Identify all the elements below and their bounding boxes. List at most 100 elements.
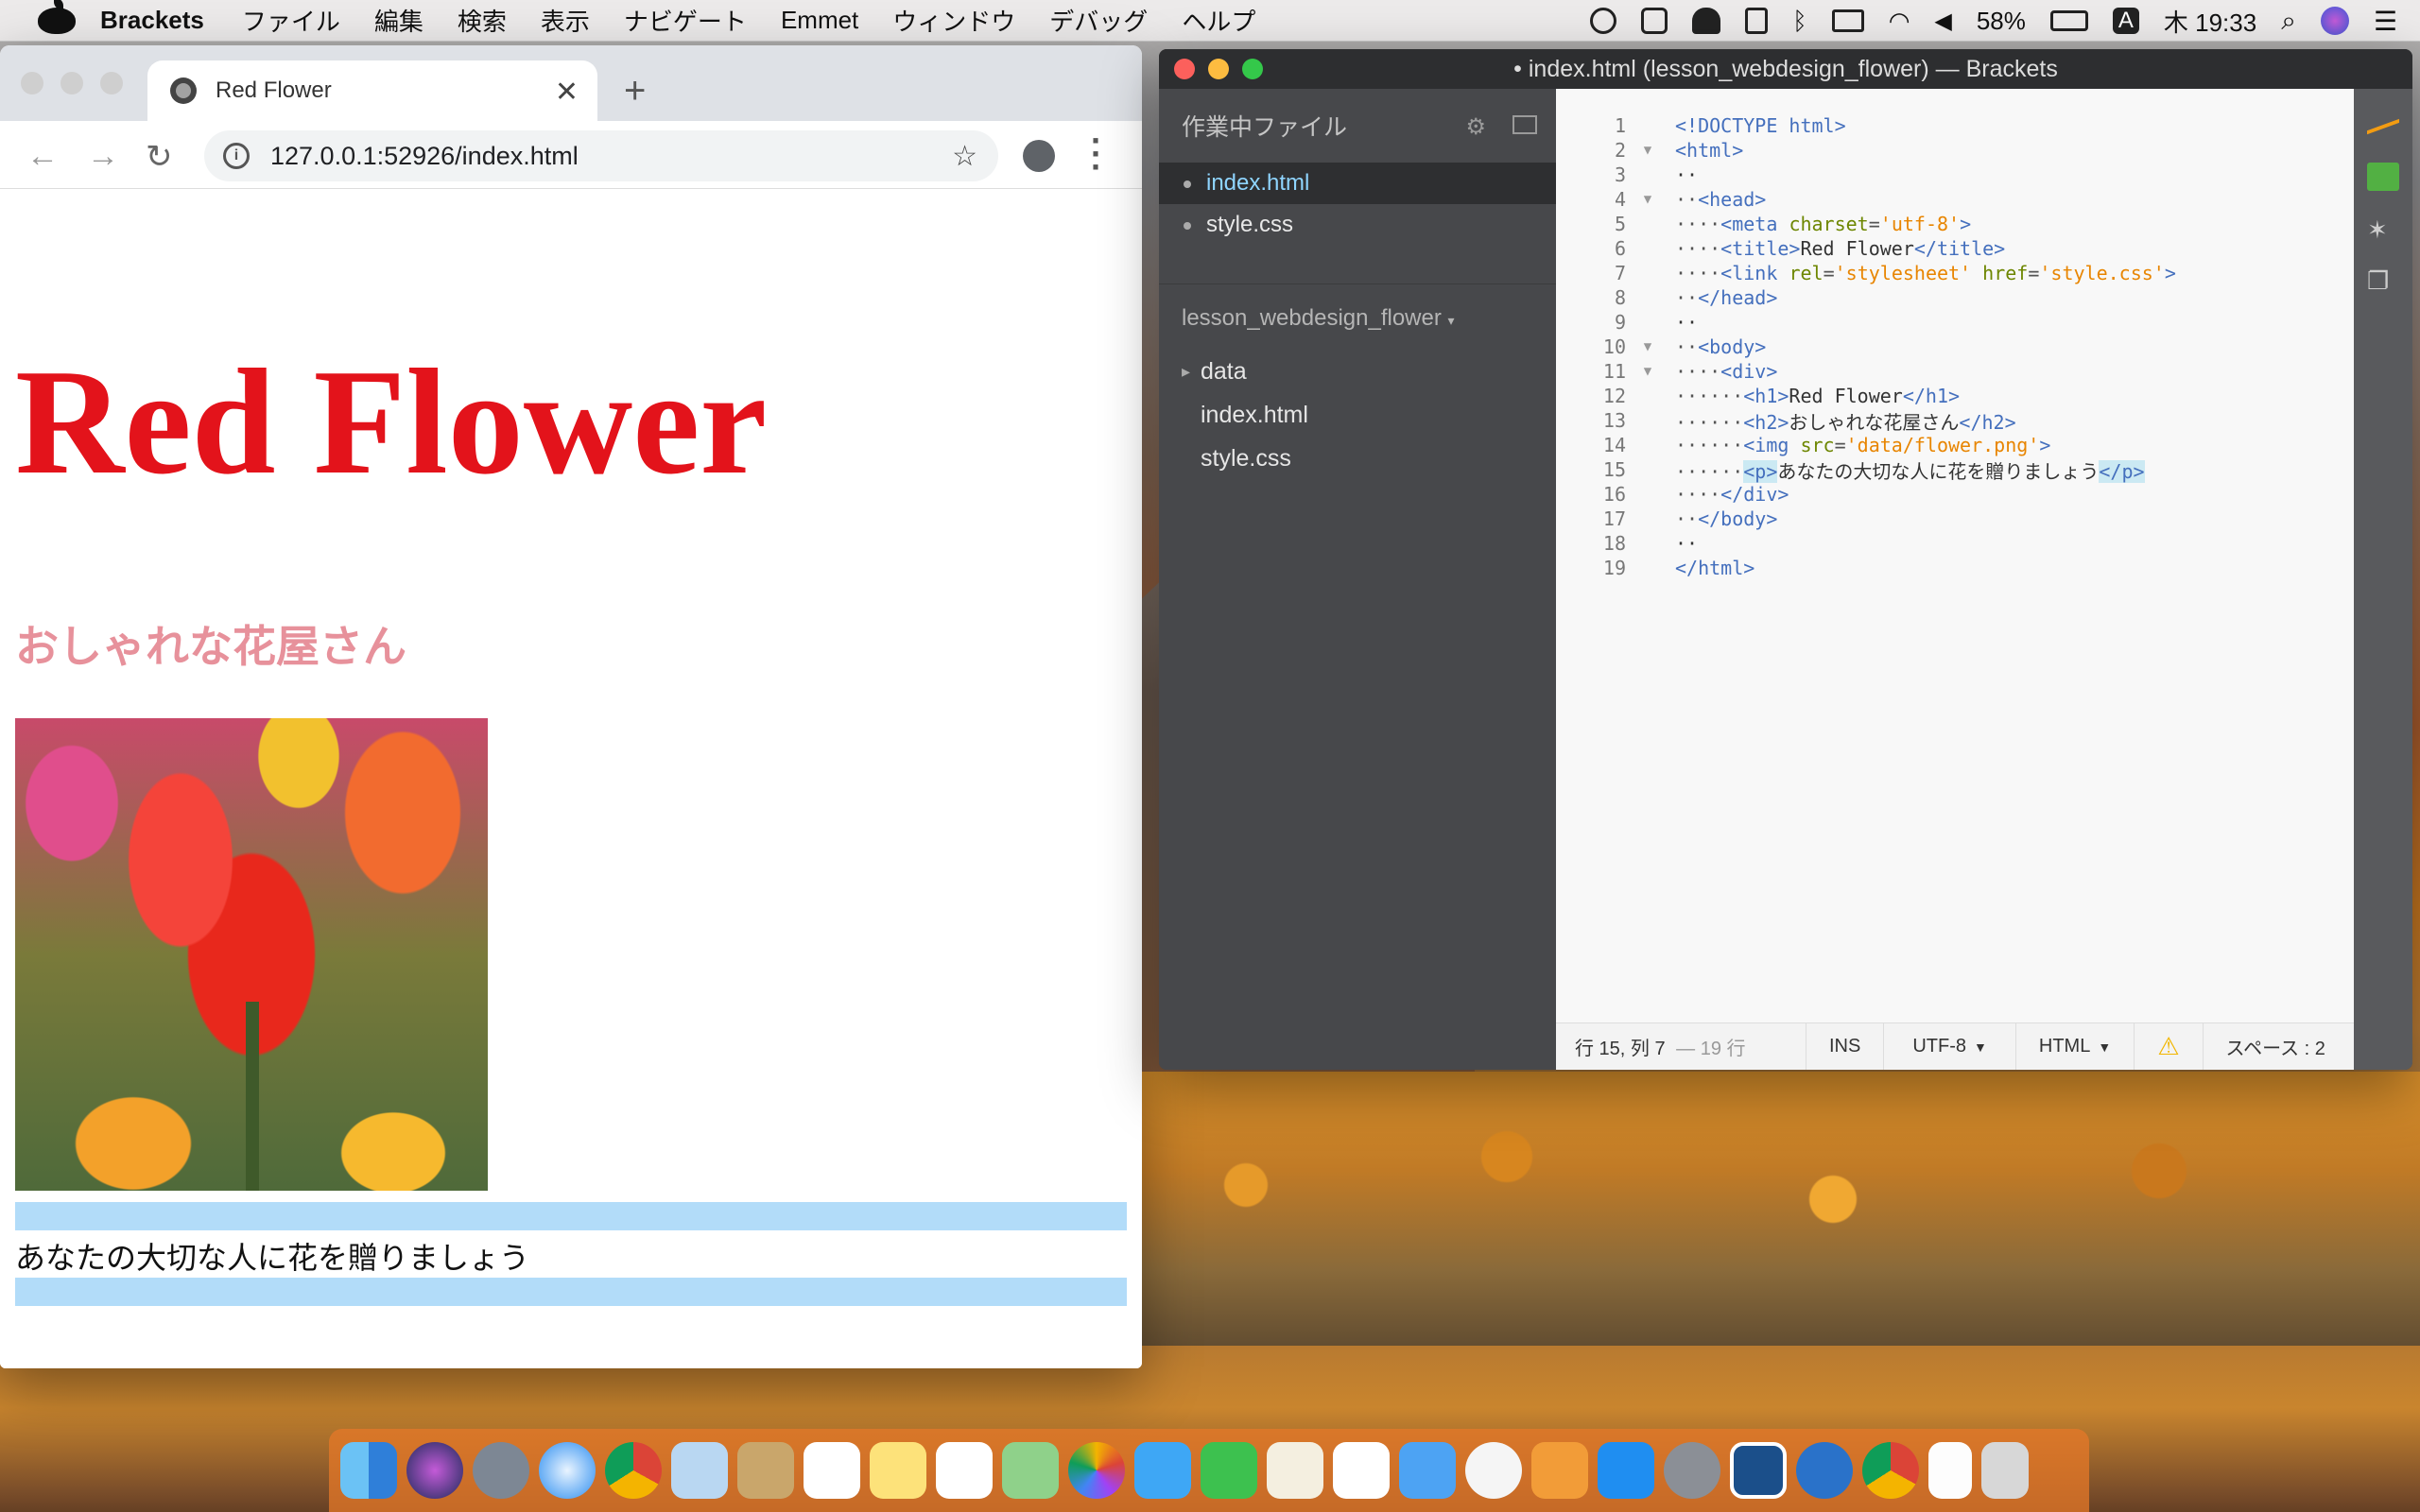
quicktime-icon[interactable] [1796, 1442, 1853, 1499]
code-area[interactable]: 1 <!DOCTYPE html> 2 ▼ <html> 3 ·· 4 ▼ ··<head> 5 ··… [1556, 113, 2354, 1040]
code-line[interactable]: 10 ▼ ··<body> [1556, 335, 2354, 359]
app-store-icon[interactable] [1598, 1442, 1654, 1499]
project-dropdown[interactable]: lesson_webdesign_flower ▾ [1159, 284, 1556, 350]
reminders-icon[interactable] [936, 1442, 993, 1499]
bookmark-star-icon[interactable]: ☆ [952, 140, 977, 173]
numbers-icon[interactable] [1333, 1442, 1390, 1499]
menu-window[interactable]: ウィンドウ [892, 3, 1015, 38]
extension-manager-icon[interactable] [2367, 163, 2399, 191]
menu-emmet[interactable]: Emmet [781, 6, 858, 35]
fold-arrow-icon[interactable]: ▼ [1635, 339, 1660, 354]
fold-arrow-icon[interactable]: ▼ [1635, 364, 1660, 379]
input-source-icon[interactable]: A [2112, 8, 2139, 34]
tree-file-index-html[interactable]: index.html [1159, 393, 1556, 437]
launchpad-icon[interactable] [473, 1442, 529, 1499]
brackets-dock-icon[interactable] [1730, 1442, 1787, 1499]
code-line[interactable]: 3 ·· [1556, 163, 2354, 187]
spotlight-search-icon[interactable]: ⌕ [2281, 6, 2296, 37]
facetime-icon[interactable] [1201, 1442, 1257, 1499]
document-icon[interactable] [1928, 1442, 1972, 1499]
clock[interactable]: 木 19:33 [2164, 4, 2256, 39]
account-icon[interactable] [1023, 140, 1055, 172]
code-line[interactable]: 19 </html> [1556, 556, 2354, 580]
linter-warning-icon[interactable]: ⚠ [2134, 1022, 2202, 1070]
bluetooth-icon[interactable]: ᛒ [1792, 7, 1807, 36]
menu-navigate[interactable]: ナビゲート [624, 3, 747, 38]
close-window-button[interactable] [1174, 59, 1195, 79]
system-preferences-icon[interactable] [1664, 1442, 1720, 1499]
menu-debug[interactable]: デバッグ [1049, 3, 1148, 38]
volume-icon[interactable]: ◀ [1934, 8, 1951, 35]
tree-file-style-css[interactable]: style.css [1159, 437, 1556, 480]
close-tab-icon[interactable]: ✕ [555, 76, 579, 109]
browser-tab[interactable]: Red Flower ✕ [147, 60, 597, 121]
copy-files-icon[interactable]: ❐ [2367, 266, 2399, 295]
notification-center-icon[interactable]: ☰ [2374, 6, 2397, 37]
minimize-window-button[interactable] [1208, 59, 1229, 79]
magic-wand-icon[interactable]: ✶ [2367, 215, 2399, 244]
language-dropdown[interactable]: HTML ▼ [2014, 1022, 2134, 1070]
code-line[interactable]: 9 ·· [1556, 310, 2354, 335]
menu-find[interactable]: 検索 [458, 3, 507, 38]
pages-icon[interactable] [1267, 1442, 1323, 1499]
working-file-style-css[interactable]: style.css [1159, 204, 1556, 246]
forward-arrow-icon[interactable]: → [87, 138, 119, 175]
code-line[interactable]: 4 ▼ ··<head> [1556, 187, 2354, 212]
more-menu-icon[interactable]: · · · [1091, 124, 1102, 184]
apple-menu-icon[interactable] [38, 0, 76, 34]
code-line[interactable]: 16 ····</div> [1556, 482, 2354, 507]
minimize-window-button[interactable] [60, 72, 83, 94]
wifi-icon[interactable]: ◠ [1889, 7, 1910, 36]
code-line[interactable]: 17 ··</body> [1556, 507, 2354, 531]
notes-icon[interactable] [870, 1442, 926, 1499]
site-info-icon[interactable]: i [223, 143, 250, 169]
finder-icon[interactable] [340, 1442, 397, 1499]
code-line[interactable]: 6 ····<title>Red Flower</title> [1556, 236, 2354, 261]
new-tab-button[interactable]: + [624, 70, 646, 112]
menu-help[interactable]: ヘルプ [1182, 3, 1255, 38]
messages-icon[interactable] [1134, 1442, 1191, 1499]
keynote-icon[interactable] [1399, 1442, 1456, 1499]
code-line[interactable]: 2 ▼ <html> [1556, 138, 2354, 163]
contacts-icon[interactable] [737, 1442, 794, 1499]
target-icon[interactable] [1641, 8, 1668, 34]
zoom-window-button[interactable] [1242, 59, 1263, 79]
calendar-icon[interactable] [804, 1442, 860, 1499]
books-icon[interactable] [1531, 1442, 1588, 1499]
safari-icon[interactable] [539, 1442, 596, 1499]
itunes-icon[interactable] [1465, 1442, 1522, 1499]
back-arrow-icon[interactable]: ← [26, 138, 59, 175]
siri-dock-icon[interactable] [406, 1442, 463, 1499]
cursor-position[interactable]: 行 15, 列 7 — 19 行 [1556, 1033, 1806, 1060]
menu-view[interactable]: 表示 [541, 3, 590, 38]
code-editor[interactable]: 1 <!DOCTYPE html> 2 ▼ <html> 3 ·· 4 ▼ ··<head> 5 ··… [1556, 89, 2354, 1070]
code-line[interactable]: 12 ······<h1>Red Flower</h1> [1556, 384, 2354, 408]
tree-folder-data[interactable]: data [1159, 350, 1556, 393]
insert-mode-indicator[interactable]: INS [1806, 1022, 1883, 1070]
app-menu[interactable]: Brackets [100, 6, 204, 35]
menu-file[interactable]: ファイル [242, 3, 340, 38]
code-line[interactable]: 7 ····<link rel='stylesheet' href='style.… [1556, 261, 2354, 285]
trash-icon[interactable] [1981, 1442, 2029, 1499]
gear-icon[interactable]: ⚙ [1465, 113, 1486, 141]
siri-icon[interactable] [2320, 7, 2349, 35]
reload-icon[interactable]: ↻ [146, 138, 173, 176]
screen-record-icon[interactable] [1590, 8, 1617, 34]
indent-spaces[interactable]: スペース : 2 [2202, 1022, 2348, 1070]
working-file-index-html[interactable]: index.html [1159, 163, 1556, 204]
chrome-canary-icon[interactable] [1862, 1442, 1919, 1499]
code-line[interactable]: 1 <!DOCTYPE html> [1556, 113, 2354, 138]
encoding-dropdown[interactable]: UTF-8 ▼ [1883, 1022, 2015, 1070]
battery-percent[interactable]: 58% [1977, 7, 2026, 36]
menu-edit[interactable]: 編集 [374, 3, 424, 38]
chrome-icon[interactable] [605, 1442, 662, 1499]
code-line[interactable]: 11 ▼ ····<div> [1556, 359, 2354, 384]
code-line[interactable]: 5 ····<meta charset='utf-8'> [1556, 212, 2354, 236]
clipboard-icon[interactable] [1745, 8, 1769, 34]
close-window-button[interactable] [21, 72, 43, 94]
code-line[interactable]: 8 ··</head> [1556, 285, 2354, 310]
maps-icon[interactable] [1002, 1442, 1059, 1499]
fold-arrow-icon[interactable]: ▼ [1635, 143, 1660, 158]
code-line[interactable]: 13 ······<h2>おしゃれな花屋さん</h2> [1556, 408, 2354, 434]
memory-icon[interactable] [1831, 9, 1864, 32]
